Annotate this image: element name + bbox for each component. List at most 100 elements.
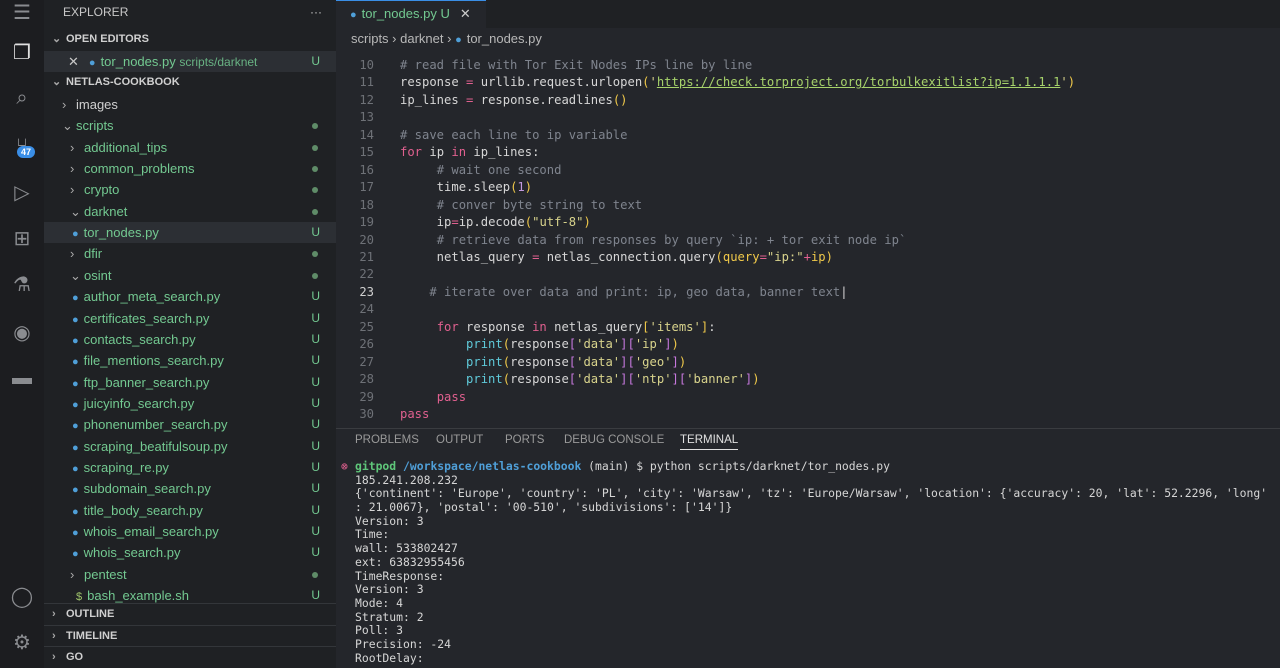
code-line: 25 for response in netlas_query['items']… — [336, 319, 1276, 337]
code-line: 11 response = urllib.request.urlopen('htt… — [336, 74, 1276, 92]
tree-item[interactable]: ● certificates_search.py U — [44, 308, 336, 329]
tree-item[interactable]: ● juicyinfo_search.py U — [44, 393, 336, 414]
code-token: ip — [810, 249, 826, 264]
breadcrumb-item[interactable]: tor_nodes.py — [467, 31, 542, 46]
docker-icon[interactable]: ▬ — [0, 358, 44, 398]
code-token: response — [510, 372, 569, 387]
modified-dot — [312, 144, 318, 151]
code-token: ip_lines — [400, 92, 467, 107]
line-number: 11 — [359, 75, 374, 90]
code-token: print — [466, 372, 503, 387]
tab-debug-console[interactable]: DEBUG CONSOLE — [564, 434, 664, 446]
tree-item[interactable]: ● author_meta_search.py U — [44, 286, 336, 307]
tree-item[interactable]: › crypto — [44, 179, 336, 200]
tree-item[interactable]: › additional_tips — [44, 137, 336, 158]
account-icon[interactable]: ◯ — [0, 576, 44, 616]
terminal-line: 185.241.208.232 — [355, 472, 458, 487]
tree-item[interactable]: ⌄ scripts — [44, 115, 336, 136]
code-token: # iterate over data and print: ip, geo d… — [429, 284, 841, 299]
tree-item[interactable]: ● title_body_search.py U — [44, 500, 336, 521]
tree-item[interactable]: ⌄ darknet — [44, 201, 336, 222]
close-icon[interactable]: ✕ — [460, 6, 471, 21]
git-status: U — [311, 54, 320, 68]
tab-output[interactable]: OUTPUT — [436, 434, 483, 446]
tab-tor-nodes[interactable]: ● tor_nodes.py U ✕ — [336, 0, 486, 28]
code-token: 'ntp' — [634, 372, 672, 387]
tree-item[interactable]: ● ftp_banner_search.py U — [44, 372, 336, 393]
chevron-down-icon: ⌄ — [70, 203, 81, 219]
section-timeline[interactable]: › TIMELINE — [44, 624, 336, 646]
tree-item[interactable]: › pentest — [44, 564, 336, 585]
code-line: 10 # read file with Tor Exit Nodes IPs li… — [336, 57, 1276, 75]
tree-item-label: darknet — [84, 203, 128, 219]
search-icon[interactable]: ⌕ — [0, 78, 44, 118]
menu-icon[interactable]: ☰ — [0, 0, 44, 32]
testing-icon[interactable]: ⚗ — [0, 264, 44, 304]
section-go[interactable]: › GO — [44, 646, 336, 667]
explorer-title-text: EXPLORER — [63, 5, 129, 19]
breadcrumb-item[interactable]: darknet — [400, 31, 443, 46]
tab-ports[interactable]: PORTS — [505, 434, 544, 446]
run-debug-icon[interactable]: ▷ — [0, 172, 44, 212]
tree-item[interactable]: ● file_mentions_search.py U — [44, 350, 336, 371]
code-token: in — [451, 145, 467, 160]
breadcrumb-item[interactable]: scripts — [351, 31, 389, 46]
line-number: 29 — [359, 389, 374, 404]
line-number: 28 — [359, 372, 374, 387]
tree-item[interactable]: ● whois_search.py U — [44, 542, 336, 563]
tree-item-label: whois_email_search.py — [83, 524, 219, 539]
code-token: response — [400, 75, 467, 90]
github-icon[interactable]: ◉ — [0, 312, 44, 352]
code-line: 29 pass — [336, 389, 1276, 407]
close-icon[interactable]: ✕ — [68, 54, 79, 69]
tree-item[interactable]: › common_problems — [44, 158, 336, 179]
tree-item[interactable]: ● contacts_search.py U — [44, 329, 336, 350]
section-outline[interactable]: › OUTLINE — [44, 603, 336, 624]
tab-problems[interactable]: PROBLEMS — [355, 434, 419, 446]
code-token: response — [510, 337, 569, 352]
line-text: print(response['data']['ntp']['banner']) — [400, 371, 760, 389]
extensions-icon[interactable]: ⊞ — [0, 218, 44, 258]
tree-item[interactable]: › dfir — [44, 243, 336, 264]
chevron-right-icon: › — [70, 139, 75, 155]
open-editor-item[interactable]: ✕ ● tor_nodes.py scripts/darknet U — [44, 51, 336, 72]
line-number: 24 — [359, 302, 374, 317]
tree-item[interactable]: ● whois_email_search.py U — [44, 521, 336, 542]
line-text: # conver byte string to text — [400, 197, 642, 215]
tree-item-label: common_problems — [84, 161, 195, 177]
tree-item[interactable]: › images — [44, 94, 336, 115]
tree-item[interactable]: ● tor_nodes.py U — [44, 222, 336, 244]
code-token: # wait one second — [436, 162, 562, 177]
prompt-user: gitpod — [355, 459, 397, 473]
activity-bar: ☰❐⌕⑂▷⊞⚗◉▬◯⚙47 — [0, 0, 44, 668]
modified-dot — [312, 272, 318, 279]
code-line: 13 — [336, 109, 1276, 127]
tree-item[interactable]: ● scraping_re.py U — [44, 457, 336, 478]
tree-item[interactable]: ● phonenumber_search.py U — [44, 414, 336, 435]
python-file-icon: ● — [72, 398, 79, 411]
tree-item[interactable]: ⌄ osint — [44, 265, 336, 286]
workspace-section[interactable]: ⌄ NETLAS-COOKBOOK — [44, 72, 336, 93]
terminal[interactable]: ⊗ gitpod /workspace/netlas-cookbook (main… — [341, 459, 1267, 665]
more-actions-icon[interactable]: ··· — [310, 2, 322, 23]
tab-terminal[interactable]: TERMINAL — [680, 434, 739, 450]
tree-item[interactable]: ● subdomain_search.py U — [44, 478, 336, 499]
code-line: 22 — [336, 266, 1276, 284]
code-token: ) — [1067, 75, 1076, 90]
tree-item-label: dfir — [84, 246, 103, 262]
python-file-icon: ● — [72, 484, 79, 497]
chevron-down-icon: ⌄ — [62, 118, 73, 134]
open-editors-section[interactable]: ⌄ OPEN EDITORS — [44, 29, 336, 50]
code-token: 1 — [517, 180, 525, 195]
settings-icon[interactable]: ⚙ — [0, 622, 44, 662]
git-status: U — [311, 353, 320, 368]
line-text: # iterate over data and print: ip, geo d… — [400, 284, 847, 302]
tree-item-label: bash_example.sh — [87, 588, 190, 604]
tree-item-label: additional_tips — [84, 139, 168, 155]
files-icon[interactable]: ❐ — [0, 32, 44, 72]
code-token: time.sleep — [400, 180, 511, 195]
tree-item[interactable]: ● scraping_beatifulsoup.py U — [44, 436, 336, 457]
